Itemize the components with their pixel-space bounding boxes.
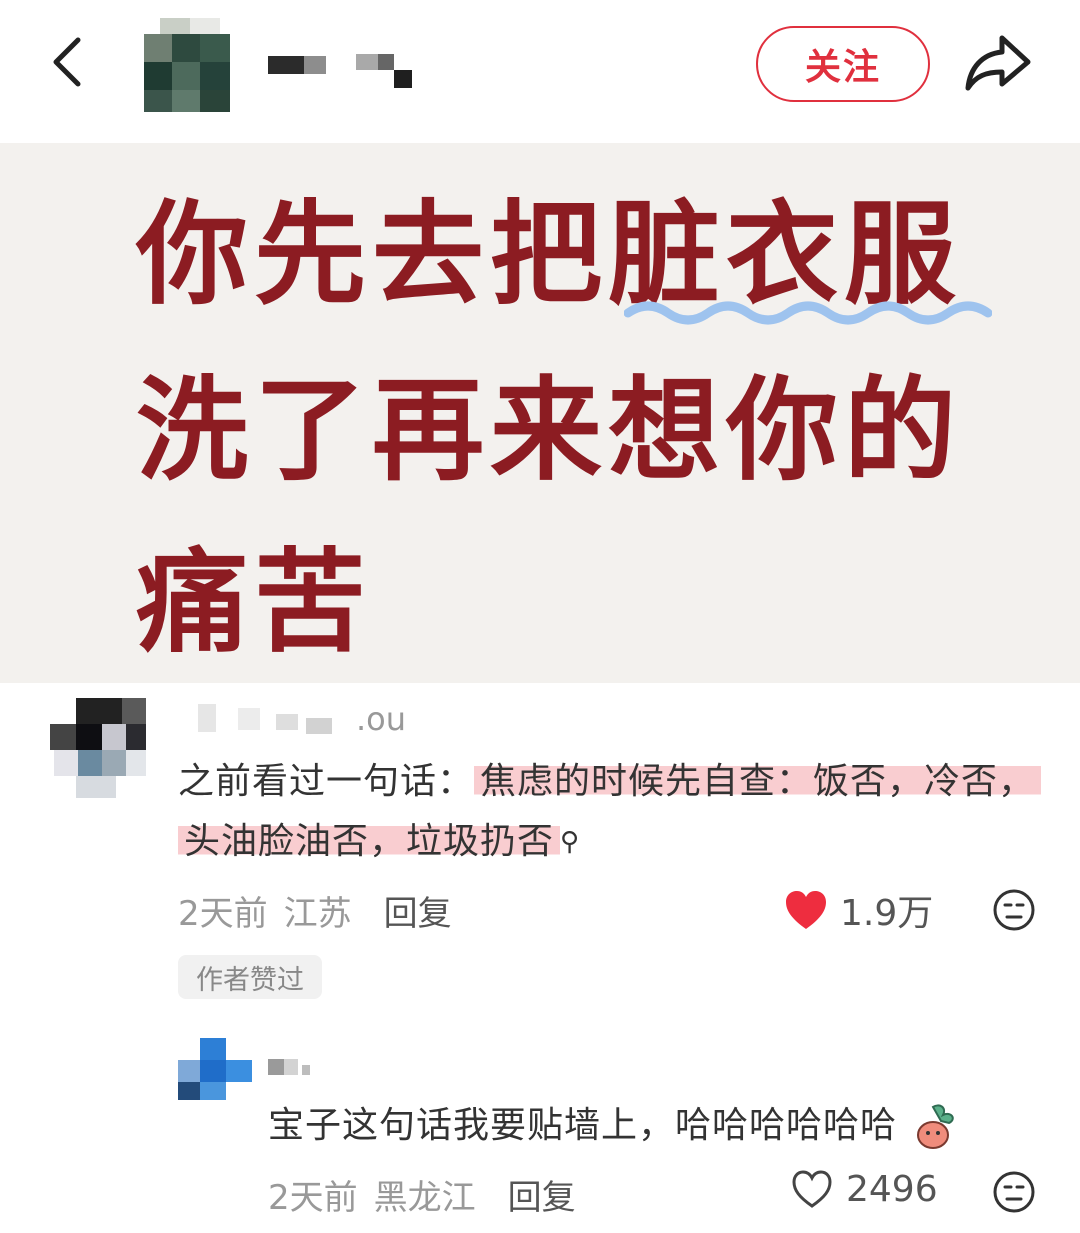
reply-meta: 2天前 黑龙江 回复 bbox=[268, 1170, 576, 1219]
emoji-reaction-button[interactable] bbox=[992, 888, 1036, 932]
reply-location: 黑龙江 bbox=[373, 1178, 476, 1218]
commenter-name[interactable]: .ou bbox=[178, 700, 418, 738]
heart-filled-icon bbox=[786, 891, 826, 929]
note-text-line-2: 洗了再来想你的 bbox=[136, 365, 962, 496]
comment-meta: 2天前 江苏 回复 bbox=[178, 886, 452, 935]
reply-time: 2天前 bbox=[268, 1178, 358, 1218]
replier-avatar[interactable] bbox=[178, 1038, 252, 1104]
chevron-left-icon bbox=[53, 37, 81, 87]
like-count: 1.9万 bbox=[840, 893, 934, 934]
author-avatar[interactable] bbox=[130, 18, 236, 118]
comment-text-prefix: 之前看过一句话： bbox=[178, 761, 475, 802]
comment-time: 2天前 bbox=[178, 894, 268, 934]
comment-text[interactable]: 之前看过一句话： 焦虑的时候先自查：饭否，冷否，头油脸油否，垃圾扔否 ⚲ bbox=[178, 752, 1058, 872]
reply-button[interactable]: 回复 bbox=[384, 886, 452, 935]
comment-location: 江苏 bbox=[283, 894, 352, 934]
wavy-underline bbox=[624, 301, 992, 325]
back-button[interactable] bbox=[40, 30, 100, 94]
heart-outline-icon bbox=[792, 1170, 832, 1208]
reply-text[interactable]: 宝子这句话我要贴墙上，哈哈哈哈哈哈 bbox=[268, 1096, 1028, 1156]
note-image[interactable]: 你先去把脏衣服 洗了再来想你的 痛苦 bbox=[0, 143, 1080, 683]
like-button[interactable]: 1.9万 bbox=[784, 884, 933, 936]
reply-text-content: 宝子这句话我要贴墙上，哈哈哈哈哈哈 bbox=[268, 1105, 898, 1146]
author-name[interactable] bbox=[262, 48, 422, 94]
follow-button[interactable]: 关注 bbox=[756, 26, 930, 102]
author-liked-badge: 作者赞过 bbox=[178, 955, 322, 999]
reply-reply-button[interactable]: 回复 bbox=[508, 1170, 576, 1219]
radish-sticker-icon bbox=[917, 1104, 955, 1149]
reply-emoji-reaction-button[interactable] bbox=[992, 1170, 1036, 1214]
share-button[interactable] bbox=[962, 30, 1034, 96]
commenter-name-text: .ou bbox=[356, 700, 407, 738]
commenter-avatar[interactable] bbox=[46, 698, 152, 804]
note-text-line-3: 痛苦 bbox=[136, 537, 372, 668]
neutral-face-icon bbox=[993, 1171, 1035, 1213]
neutral-face-icon bbox=[993, 889, 1035, 931]
share-arrow-icon bbox=[965, 35, 1031, 91]
reply-like-button[interactable]: 2496 bbox=[790, 1168, 938, 1210]
search-mini-icon: ⚲ bbox=[560, 827, 581, 857]
replier-name[interactable] bbox=[268, 1054, 328, 1080]
top-bar: 关注 bbox=[0, 0, 1080, 140]
reply-like-count: 2496 bbox=[846, 1168, 938, 1210]
